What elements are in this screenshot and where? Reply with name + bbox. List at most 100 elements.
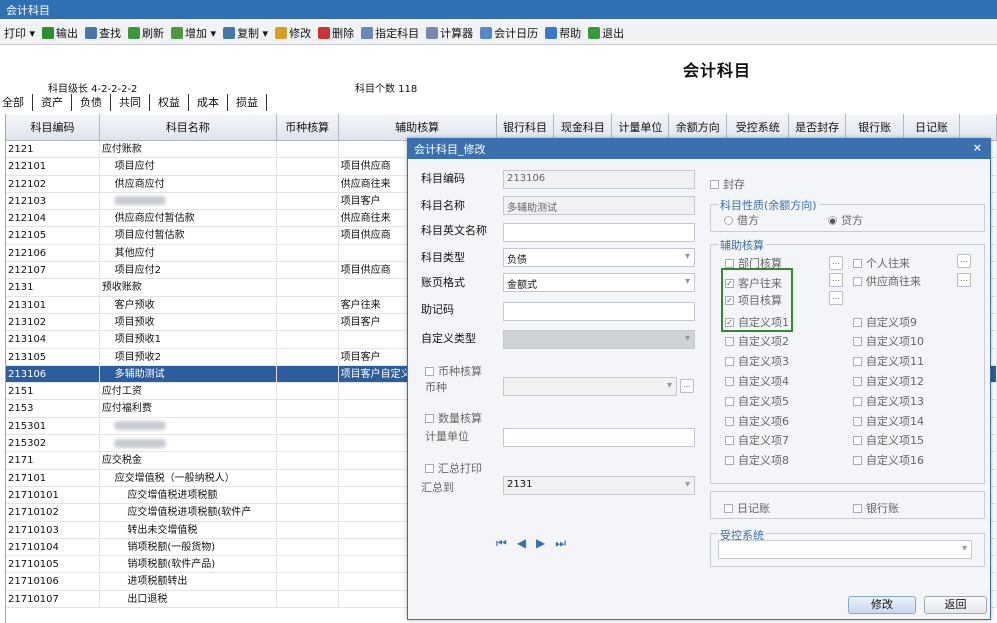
currency-checkbox[interactable]: 币种核算 <box>425 363 482 379</box>
tab-6[interactable]: 损益 <box>228 94 267 111</box>
toolbar-print-button[interactable]: 打印 ▾ <box>4 25 35 41</box>
aux-checkbox[interactable]: 自定义项10 <box>853 333 924 349</box>
bank-book-checkbox[interactable]: 银行账 <box>853 500 899 516</box>
column-header[interactable]: 币种核算 <box>277 114 339 140</box>
column-header[interactable]: 科目名称 <box>100 114 277 140</box>
close-icon[interactable]: × <box>973 141 982 154</box>
custom-type-label: 自定义类型 <box>421 332 476 345</box>
tab-1[interactable]: 资产 <box>33 94 72 111</box>
supplier-browse-button[interactable]: … <box>957 273 971 287</box>
aux-checkbox[interactable]: 自定义项8 <box>725 452 789 468</box>
aux-checkbox[interactable]: 自定义项3 <box>725 353 789 369</box>
toolbar-specify-button[interactable]: 指定科目 <box>361 25 419 41</box>
column-header[interactable]: 是否封存 <box>789 114 847 140</box>
custom-type-select[interactable] <box>503 330 695 349</box>
toolbar-edit-button[interactable]: 修改 <box>275 25 311 41</box>
modify-button[interactable]: 修改 <box>848 596 916 614</box>
aux-checkbox[interactable]: 部门核算 <box>725 255 782 271</box>
column-header[interactable]: 日记账 <box>904 114 960 140</box>
toolbar-delete-button[interactable]: 删除 <box>318 25 354 41</box>
aux-checkbox[interactable]: 自定义项4 <box>725 373 789 389</box>
en-name-field[interactable] <box>503 223 695 242</box>
toolbar-exit-button[interactable]: 退出 <box>588 25 624 41</box>
cell-code: 213102 <box>6 313 100 331</box>
prev-record-button[interactable]: ◀ <box>517 536 526 551</box>
aux-checkbox[interactable]: 供应商往来 <box>853 273 921 289</box>
tab-4[interactable]: 权益 <box>150 94 189 111</box>
aux-checkbox[interactable]: ✓ 自定义项1 <box>725 314 789 330</box>
seal-checkbox[interactable]: 封存 <box>710 176 745 192</box>
checkbox-box <box>853 435 862 445</box>
column-header[interactable]: 受控系统 <box>727 114 790 140</box>
toolbar: 打印 ▾ 输出 查找 刷新 增加 ▾ 复制 ▾ 修改 删除 指定科目 计算器 会计日历 帮助 退出 <box>0 21 997 45</box>
first-record-button[interactable]: ⏮ <box>496 536 507 551</box>
window-title: 会计科目 <box>0 0 997 19</box>
aux-checkbox[interactable]: 自定义项9 <box>853 314 917 330</box>
toolbar-add-button[interactable]: 增加 ▾ <box>171 25 216 41</box>
column-header[interactable]: 现金科目 <box>554 114 613 140</box>
toolbar-export-button[interactable]: 输出 <box>42 25 78 41</box>
aux-checkbox[interactable]: 自定义项2 <box>725 333 789 349</box>
column-header[interactable]: 银行账 <box>846 114 905 140</box>
mnemonic-field[interactable] <box>503 302 695 321</box>
summary-checkbox[interactable]: 汇总打印 <box>425 460 482 476</box>
cell-name: 项目应付 <box>100 158 277 175</box>
tab-3[interactable]: 共同 <box>111 94 150 111</box>
cell-code: 213101 <box>6 296 100 313</box>
currency-browse-button[interactable]: … <box>680 379 694 393</box>
aux-checkbox[interactable]: 自定义项6 <box>725 413 789 429</box>
cell-name: 预收账款 <box>100 279 277 296</box>
toolbar-find-button[interactable]: 查找 <box>85 25 121 41</box>
column-header[interactable]: 计量单位 <box>612 114 670 140</box>
aux-checkbox[interactable]: 自定义项16 <box>853 452 924 468</box>
column-header[interactable]: 辅助核算 <box>339 114 497 140</box>
aux-checkbox[interactable]: 自定义项13 <box>853 393 924 409</box>
toolbar-refresh-button[interactable]: 刷新 <box>128 25 164 41</box>
code-field[interactable]: 213106 <box>503 170 695 189</box>
cell-currency <box>277 521 339 538</box>
customer-browse-button[interactable]: … <box>829 273 843 287</box>
credit-radio[interactable]: ● 贷方 <box>828 212 863 228</box>
currency-select[interactable] <box>503 377 677 396</box>
toolbar-calculator-button[interactable]: 计算器 <box>426 25 473 41</box>
aux-label: 自定义项2 <box>738 335 789 348</box>
next-record-button[interactable]: ▶ <box>536 536 545 551</box>
aux-checkbox[interactable]: 个人往来 <box>853 255 910 271</box>
unit-field[interactable] <box>503 428 695 447</box>
aux-checkbox[interactable]: ✓ 项目核算 <box>725 292 782 308</box>
controlled-select[interactable] <box>718 540 972 559</box>
dept-browse-button[interactable]: … <box>829 256 843 270</box>
person-browse-button[interactable]: … <box>957 254 971 268</box>
cell-name: 销项税额(软件产品) <box>100 556 277 573</box>
aux-checkbox[interactable]: 自定义项15 <box>853 432 924 448</box>
tab-2[interactable]: 负债 <box>72 94 111 111</box>
name-field[interactable]: 多辅助测试 <box>503 196 695 215</box>
journal-checkbox[interactable]: 日记账 <box>724 500 770 516</box>
aux-checkbox[interactable]: ✓ 客户往来 <box>725 275 782 291</box>
aux-checkbox[interactable]: 自定义项14 <box>853 413 924 429</box>
type-select[interactable]: 负债 <box>503 248 695 267</box>
qty-checkbox[interactable]: 数量核算 <box>425 410 482 426</box>
column-header[interactable]: 银行科目 <box>497 114 555 140</box>
tab-5[interactable]: 成本 <box>189 94 228 111</box>
aux-checkbox[interactable]: 自定义项11 <box>853 353 924 369</box>
tab-0[interactable]: 全部 <box>0 94 33 111</box>
aux-checkbox[interactable]: 自定义项7 <box>725 432 789 448</box>
last-record-button[interactable]: ⏭ <box>555 536 566 551</box>
toolbar-label: 指定科目 <box>375 26 420 40</box>
cell-currency <box>277 469 339 486</box>
aux-checkbox[interactable]: 自定义项5 <box>725 393 789 409</box>
column-header[interactable]: 科目编码 <box>6 114 100 140</box>
format-select[interactable]: 金额式 <box>503 273 695 292</box>
toolbar-copy-button[interactable]: 复制 ▾ <box>223 25 268 41</box>
column-header[interactable]: 余额方向 <box>669 114 728 140</box>
cell-currency <box>277 158 339 175</box>
debit-radio[interactable]: 借方 <box>724 212 759 228</box>
aux-checkbox[interactable]: 自定义项12 <box>853 373 924 389</box>
project-browse-button[interactable]: … <box>829 291 843 305</box>
back-button[interactable]: 返回 <box>924 596 987 614</box>
summary-to-select[interactable]: 2131 <box>503 476 695 495</box>
bank-book-label: 银行账 <box>866 502 899 515</box>
toolbar-help-button[interactable]: 帮助 <box>545 25 581 41</box>
toolbar-calendar-button[interactable]: 会计日历 <box>480 25 538 41</box>
